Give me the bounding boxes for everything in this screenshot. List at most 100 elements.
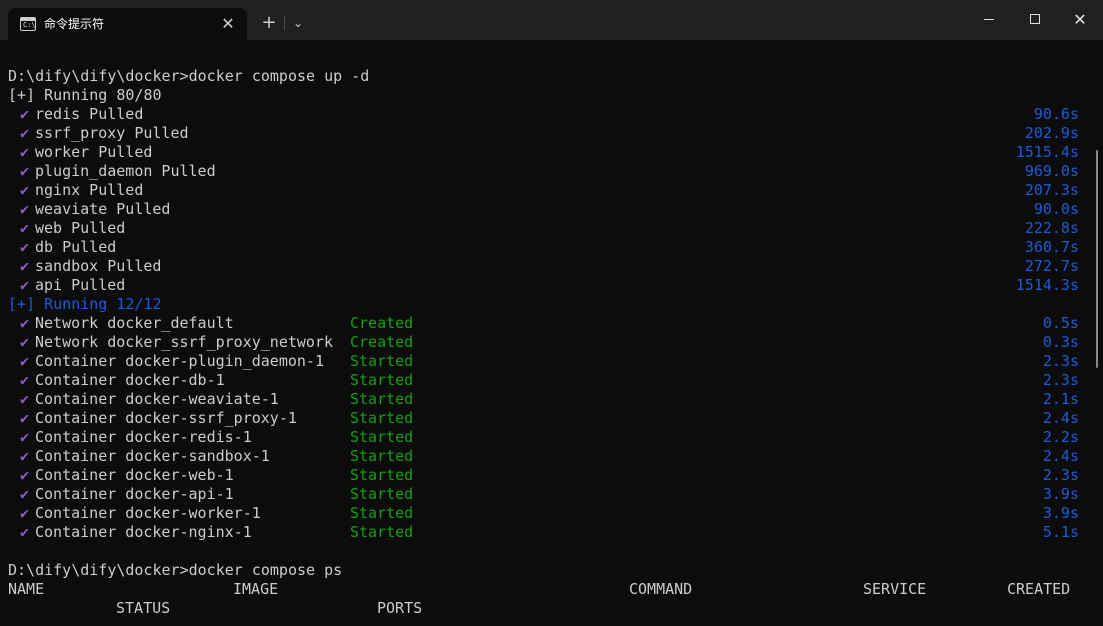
pull-label: sandbox Pulled [35, 257, 162, 275]
scrollbar[interactable] [1096, 150, 1098, 368]
ps-header-ports: PORTS [377, 599, 423, 617]
close-window-button[interactable]: ✕ [1057, 0, 1103, 40]
container-time: 2.3s [1042, 371, 1079, 389]
container-status: Started [350, 428, 414, 446]
pull-label: worker Pulled [35, 143, 153, 161]
container-time: 2.3s [1042, 466, 1079, 484]
container-time: 2.2s [1042, 428, 1079, 446]
container-label: Network docker_ssrf_proxy_network [35, 333, 334, 351]
ps-header-command: COMMAND [629, 580, 693, 598]
container-time: 0.3s [1042, 333, 1079, 351]
check-icon: ✔ [20, 523, 30, 541]
check-icon: ✔ [20, 466, 30, 484]
divider [284, 16, 285, 30]
container-time: 0.5s [1042, 314, 1079, 332]
container-status: Started [350, 504, 414, 522]
container-label: Container docker-redis-1 [35, 428, 252, 446]
tab-command-prompt[interactable]: C:\ 命令提示符 ✕ [8, 8, 247, 40]
container-status: Started [350, 447, 414, 465]
check-icon: ✔ [20, 485, 30, 503]
container-status: Started [350, 390, 414, 408]
tab-title: 命令提示符 [44, 17, 105, 31]
pull-time: 969.0s [1024, 162, 1079, 180]
terminal-icon: C:\ [20, 17, 36, 31]
check-icon: ✔ [20, 352, 30, 370]
container-time: 3.9s [1042, 485, 1079, 503]
container-label: Container docker-web-1 [35, 466, 234, 484]
maximize-button[interactable] [1012, 0, 1058, 40]
pull-time: 207.3s [1024, 181, 1079, 199]
check-icon: ✔ [20, 447, 30, 465]
container-label: Network docker_default [35, 314, 234, 332]
running-line-2: [+] Running 12/12 [8, 295, 162, 313]
ps-header-service: SERVICE [863, 580, 927, 598]
container-time: 5.1s [1042, 523, 1079, 541]
container-label: Container docker-ssrf_proxy-1 [35, 409, 297, 427]
check-icon: ✔ [20, 276, 30, 294]
command-line-2: D:\dify\dify\docker>docker compose ps [8, 561, 343, 579]
ps-header-created: CREATED [1007, 580, 1071, 598]
terminal-icon-glyph: C:\ [23, 21, 36, 29]
container-label: Container docker-nginx-1 [35, 523, 252, 541]
check-icon: ✔ [20, 409, 30, 427]
check-icon: ✔ [20, 238, 30, 256]
container-status: Started [350, 485, 414, 503]
container-time: 2.3s [1042, 352, 1079, 370]
container-label: Container docker-sandbox-1 [35, 447, 270, 465]
pull-time: 360.7s [1024, 238, 1079, 256]
running-line-1: [+] Running 80/80 [8, 86, 162, 104]
check-icon: ✔ [20, 504, 30, 522]
container-status: Started [350, 523, 414, 541]
container-time: 2.4s [1042, 409, 1079, 427]
pull-time: 202.9s [1024, 124, 1079, 142]
pull-label: weaviate Pulled [35, 200, 171, 218]
check-icon: ✔ [20, 143, 30, 161]
check-icon: ✔ [20, 124, 30, 142]
container-label: Container docker-api-1 [35, 485, 234, 503]
pull-time: 90.6s [1033, 105, 1079, 123]
container-status: Created [350, 333, 414, 351]
pull-label: redis Pulled [35, 105, 144, 123]
container-label: Container docker-db-1 [35, 371, 225, 389]
minimize-icon [984, 19, 994, 20]
check-icon: ✔ [20, 200, 30, 218]
minimize-button[interactable] [966, 0, 1012, 40]
container-status: Started [350, 352, 414, 370]
close-tab-icon[interactable]: ✕ [219, 15, 237, 33]
check-icon: ✔ [20, 390, 30, 408]
pull-time: 1515.4s [1015, 143, 1079, 161]
pull-label: api Pulled [35, 276, 126, 294]
check-icon: ✔ [20, 428, 30, 446]
title-bar: C:\ 命令提示符 ✕ + ⌄ ✕ [0, 0, 1103, 40]
check-icon: ✔ [20, 257, 30, 275]
ps-header-status: STATUS [116, 599, 171, 617]
check-icon: ✔ [20, 371, 30, 389]
check-icon: ✔ [20, 314, 30, 332]
command-line-1: D:\dify\dify\docker>docker compose up -d [8, 67, 370, 85]
check-icon: ✔ [20, 181, 30, 199]
pull-label: web Pulled [35, 219, 126, 237]
container-time: 2.4s [1042, 447, 1079, 465]
container-label: Container docker-worker-1 [35, 504, 261, 522]
container-status: Started [350, 466, 414, 484]
pull-time: 1514.3s [1015, 276, 1079, 294]
pull-label: ssrf_proxy Pulled [35, 124, 189, 142]
maximize-icon [1030, 14, 1040, 24]
new-tab-button[interactable]: + [258, 12, 280, 34]
pull-time: 90.0s [1033, 200, 1079, 218]
ps-header-image: IMAGE [233, 580, 279, 598]
container-status: Started [350, 409, 414, 427]
check-icon: ✔ [20, 333, 30, 351]
check-icon: ✔ [20, 105, 30, 123]
pull-label: nginx Pulled [35, 181, 144, 199]
pull-label: db Pulled [35, 238, 117, 256]
check-icon: ✔ [20, 162, 30, 180]
check-icon: ✔ [20, 219, 30, 237]
ps-header-name: NAME [8, 580, 45, 598]
container-time: 2.1s [1042, 390, 1079, 408]
pull-label: plugin_daemon Pulled [35, 162, 216, 180]
chevron-down-icon[interactable]: ⌄ [288, 13, 308, 33]
container-status: Started [350, 371, 414, 389]
terminal-output[interactable]: D:\dify\dify\docker>docker compose up -d… [0, 40, 1103, 626]
container-label: Container docker-plugin_daemon-1 [35, 352, 324, 370]
